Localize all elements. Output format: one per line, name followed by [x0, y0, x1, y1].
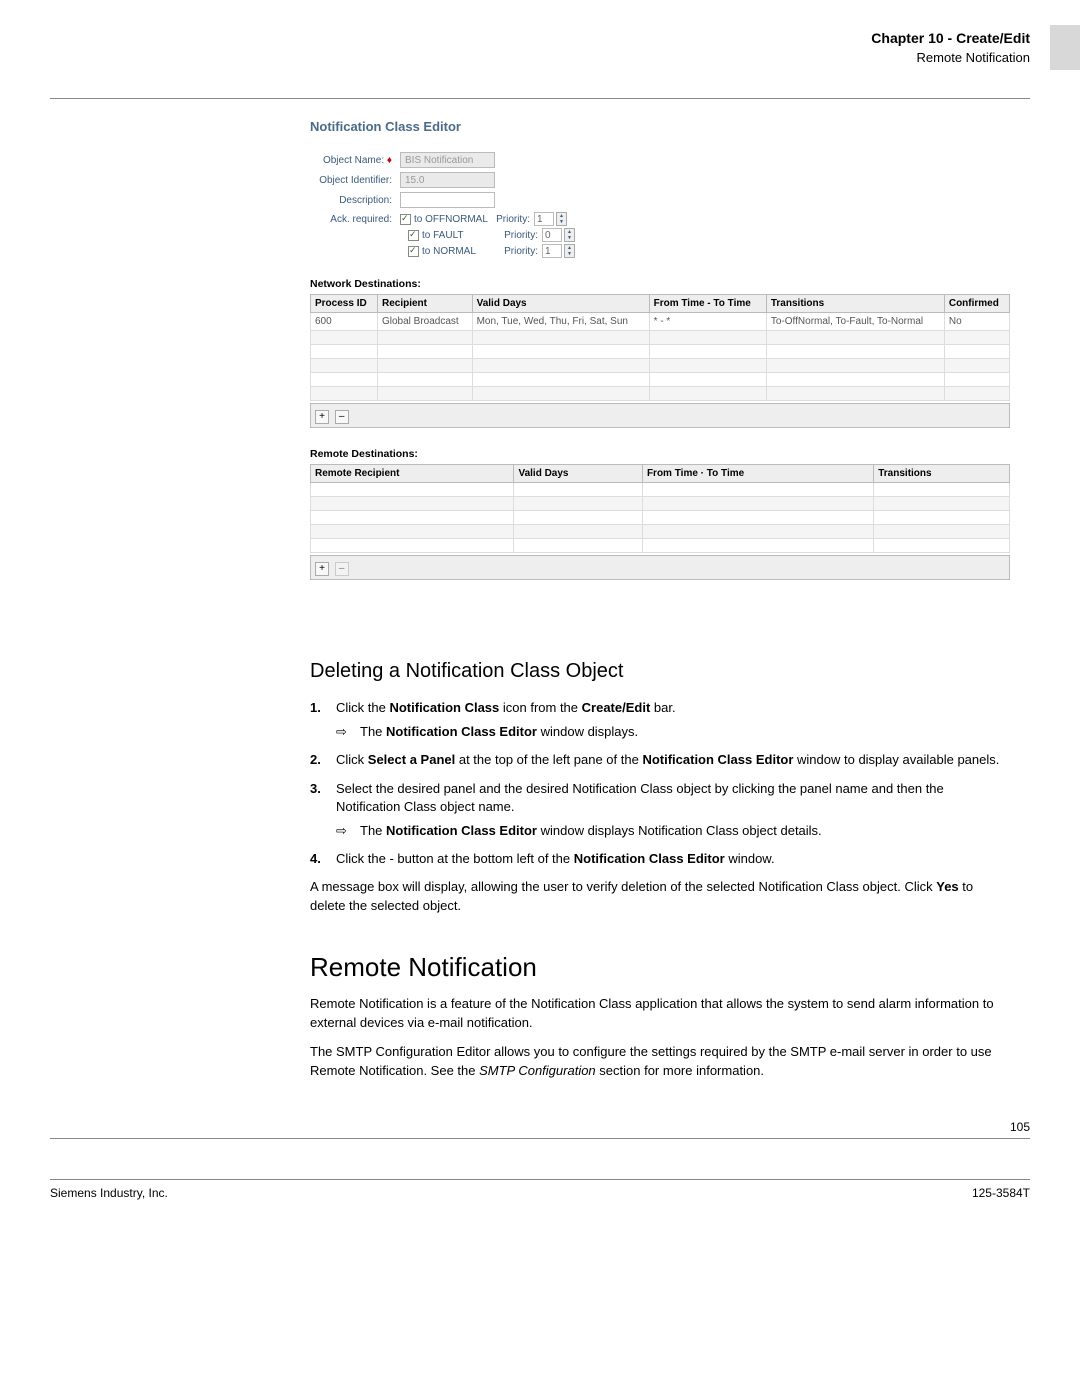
col-process-id: Process ID — [311, 295, 378, 313]
network-destinations-heading: Network Destinations: — [310, 278, 1010, 290]
label-priority-1: Priority: — [494, 214, 534, 225]
remove-remote-button[interactable]: – — [335, 562, 349, 576]
step-4: 4. Click the - button at the bottom left… — [310, 850, 1010, 868]
table-row[interactable] — [311, 525, 1010, 539]
label-priority-2: Priority: — [502, 230, 542, 241]
col-valid-days: Valid Days — [472, 295, 649, 313]
chapter-section: Remote Notification — [871, 50, 1030, 65]
table-row[interactable] — [311, 497, 1010, 511]
page-number: 105 — [50, 1120, 1030, 1134]
label-to-offnormal: to OFFNORMAL — [414, 214, 494, 225]
table-row[interactable] — [311, 331, 1010, 345]
table-row[interactable] — [311, 359, 1010, 373]
network-destinations-table: Process ID Recipient Valid Days From Tim… — [310, 294, 1010, 401]
label-ack-required: Ack. required: — [310, 214, 400, 225]
col-remote-recipient: Remote Recipient — [311, 465, 514, 483]
input-object-name[interactable] — [400, 152, 495, 168]
step-2: 2. Click Select a Panel at the top of th… — [310, 751, 1010, 769]
step-1-result: ⇨ The Notification Class Editor window d… — [336, 723, 1010, 741]
page-tab — [1050, 25, 1080, 70]
col-remote-transitions: Transitions — [874, 465, 1010, 483]
table-row[interactable] — [311, 511, 1010, 525]
result-arrow-icon: ⇨ — [336, 822, 347, 840]
table-row[interactable]: 600 Global Broadcast Mon, Tue, Wed, Thu,… — [311, 313, 1010, 331]
label-priority-3: Priority: — [502, 246, 542, 257]
input-description[interactable] — [400, 192, 495, 208]
footer-left: Siemens Industry, Inc. — [50, 1186, 168, 1200]
input-object-identifier[interactable] — [400, 172, 495, 188]
message-paragraph: A message box will display, allowing the… — [310, 878, 1010, 916]
add-network-button[interactable]: + — [315, 410, 329, 424]
input-priority-fault[interactable] — [542, 228, 562, 242]
footer-right: 125-3584T — [972, 1186, 1030, 1200]
checkbox-fault[interactable] — [408, 230, 419, 241]
col-remote-from-to: From Time · To Time — [642, 465, 873, 483]
spinner-fault[interactable]: ▲▼ — [564, 228, 575, 242]
add-remote-button[interactable]: + — [315, 562, 329, 576]
label-to-normal: to NORMAL — [422, 246, 502, 257]
table-row[interactable] — [311, 345, 1010, 359]
table-row[interactable] — [311, 373, 1010, 387]
table-row[interactable] — [311, 539, 1010, 553]
rn-paragraph-1: Remote Notification is a feature of the … — [310, 995, 1010, 1033]
label-to-fault: to FAULT — [422, 230, 502, 241]
col-transitions: Transitions — [766, 295, 944, 313]
table-row[interactable] — [311, 483, 1010, 497]
label-object-name: Object Name: ♦ — [310, 155, 400, 166]
col-from-to: From Time - To Time — [649, 295, 766, 313]
input-priority-offnormal[interactable] — [534, 212, 554, 226]
result-arrow-icon: ⇨ — [336, 723, 347, 741]
col-confirmed: Confirmed — [944, 295, 1009, 313]
rn-paragraph-2: The SMTP Configuration Editor allows you… — [310, 1043, 1010, 1081]
spinner-normal[interactable]: ▲▼ — [564, 244, 575, 258]
col-remote-valid-days: Valid Days — [514, 465, 643, 483]
spinner-offnormal[interactable]: ▲▼ — [556, 212, 567, 226]
label-description: Description: — [310, 195, 400, 206]
chapter-title: Chapter 10 - Create/Edit — [871, 30, 1030, 46]
input-priority-normal[interactable] — [542, 244, 562, 258]
notification-class-editor: Notification Class Editor Object Name: ♦… — [310, 119, 1010, 580]
col-recipient: Recipient — [377, 295, 472, 313]
checkbox-offnormal[interactable] — [400, 214, 411, 225]
editor-title: Notification Class Editor — [310, 119, 1010, 134]
remove-network-button[interactable]: – — [335, 410, 349, 424]
remote-destinations-heading: Remote Destinations: — [310, 448, 1010, 460]
footer-divider — [50, 1138, 1030, 1139]
step-1: 1. Click the Notification Class icon fro… — [310, 699, 1010, 741]
heading-deleting: Deleting a Notification Class Object — [310, 660, 1010, 683]
heading-remote-notification: Remote Notification — [310, 952, 1010, 983]
table-row[interactable] — [311, 387, 1010, 401]
step-3: 3. Select the desired panel and the desi… — [310, 780, 1010, 841]
label-object-identifier: Object Identifier: — [310, 175, 400, 186]
remote-destinations-table: Remote Recipient Valid Days From Time · … — [310, 464, 1010, 553]
checkbox-normal[interactable] — [408, 246, 419, 257]
step-3-result: ⇨ The Notification Class Editor window d… — [336, 822, 1010, 840]
header-divider — [50, 98, 1030, 99]
